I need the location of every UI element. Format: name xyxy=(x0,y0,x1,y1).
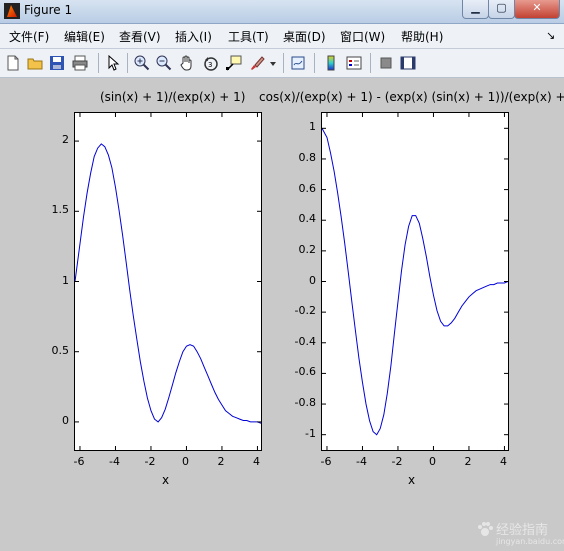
x-tick-label: -2 xyxy=(391,455,403,468)
menu-file[interactable]: 文件(F) xyxy=(9,28,49,45)
y-tick-label: 0.6 xyxy=(298,181,317,195)
y-tick-label: 1 xyxy=(309,120,316,134)
print-icon[interactable] xyxy=(71,54,89,72)
y-tick-label: -0.2 xyxy=(294,304,316,318)
x-tick-label: -6 xyxy=(73,455,85,468)
y-tick-label: -0.4 xyxy=(294,334,316,348)
toolbar-separator xyxy=(370,53,371,73)
legend-icon[interactable] xyxy=(345,54,363,72)
y-tick-label: 0.2 xyxy=(298,242,317,256)
plot-title-right: cos(x)/(exp(x) + 1) - (exp(x) (sin(x) + … xyxy=(259,90,564,104)
open-file-icon[interactable] xyxy=(26,54,44,72)
colorbar-icon[interactable] xyxy=(322,54,340,72)
x-tick-label: -6 xyxy=(320,455,332,468)
toolbar-separator xyxy=(98,53,99,73)
menu-help[interactable]: 帮助(H) xyxy=(401,28,443,45)
maximize-icon: ▢ xyxy=(496,1,507,14)
y-tick-label: 0.5 xyxy=(51,343,70,357)
x-tick-label: -4 xyxy=(355,455,367,468)
y-tick-label: -0.6 xyxy=(294,365,316,379)
data-cursor-icon[interactable] xyxy=(225,54,243,72)
y-tick-label: 1 xyxy=(62,273,69,287)
toolbar-separator xyxy=(283,53,284,73)
menu-dock-arrow-icon[interactable]: ↘ xyxy=(546,29,555,42)
x-tick-label: 0 xyxy=(181,455,189,468)
y-tick-label: -0.8 xyxy=(294,396,316,410)
menu-bar: 文件(F) 编辑(E) 查看(V) 插入(I) 工具(T) 桌面(D) 窗口(W… xyxy=(0,24,564,49)
hide-plot-tools-icon[interactable] xyxy=(377,54,395,72)
x-tick-label: 0 xyxy=(428,455,436,468)
y-tick-label: 0 xyxy=(62,413,69,427)
save-icon[interactable] xyxy=(48,54,66,72)
y-tick-label: 1.5 xyxy=(51,203,70,217)
new-figure-icon[interactable] xyxy=(4,54,22,72)
maximize-button[interactable]: ▢ xyxy=(488,0,515,19)
rotate-3d-icon[interactable]: 3 xyxy=(202,54,220,72)
x-tick-label: 2 xyxy=(217,455,225,468)
close-button[interactable]: ✕ xyxy=(514,0,560,19)
figure-toolbar: 3 xyxy=(0,49,564,78)
zoom-out-icon[interactable] xyxy=(155,54,173,72)
minimize-icon: ▁ xyxy=(471,1,480,14)
x-tick-label: -4 xyxy=(108,455,120,468)
toolbar-separator xyxy=(314,53,315,73)
window-title: Figure 1 xyxy=(24,3,73,17)
xlabel-left: x xyxy=(162,473,170,487)
menu-insert[interactable]: 插入(I) xyxy=(175,28,212,45)
axes-right[interactable] xyxy=(321,112,509,451)
x-tick-label: 4 xyxy=(499,455,507,468)
axes-left[interactable] xyxy=(74,112,262,451)
y-tick-label: 0 xyxy=(309,273,316,287)
watermark-subtext: jingyan.baidu.com xyxy=(496,537,564,546)
watermark-text: 经验指南 xyxy=(496,523,549,538)
menu-edit[interactable]: 编辑(E) xyxy=(64,28,105,45)
series-line xyxy=(74,143,262,424)
paw-icon xyxy=(478,522,493,536)
plot-area-right xyxy=(321,113,509,450)
x-tick-label: 2 xyxy=(464,455,472,468)
minimize-button[interactable]: ▁ xyxy=(462,0,489,19)
plot-title-left: (sin(x) + 1)/(exp(x) + 1) xyxy=(100,90,246,104)
show-plot-tools-icon[interactable] xyxy=(399,54,417,72)
y-tick-label: 0.4 xyxy=(298,212,317,226)
plot-area-left xyxy=(74,113,262,450)
y-tick-label: 0.8 xyxy=(298,150,317,164)
figure-canvas: (sin(x) + 1)/(exp(x) + 1) cos(x)/(exp(x)… xyxy=(0,79,564,546)
pan-icon[interactable] xyxy=(178,54,196,72)
y-tick-label: -1 xyxy=(305,426,316,440)
close-icon: ✕ xyxy=(532,1,542,14)
y-tick-label: 2 xyxy=(62,133,69,147)
watermark-logo: 经验指南 jingyan.baidu.com xyxy=(476,517,564,551)
menu-view[interactable]: 查看(V) xyxy=(119,28,161,45)
matlab-icon xyxy=(4,3,20,19)
x-tick-label: -2 xyxy=(144,455,156,468)
xlabel-right: x xyxy=(408,473,416,487)
svg-text:3: 3 xyxy=(208,61,212,69)
pointer-icon[interactable] xyxy=(104,54,122,72)
link-plot-icon[interactable] xyxy=(289,54,307,72)
window-titlebar: Figure 1 ▁ ▢ ✕ xyxy=(0,0,564,24)
menu-tools[interactable]: 工具(T) xyxy=(228,28,269,45)
series-line xyxy=(321,128,509,436)
brush-icon[interactable] xyxy=(248,54,266,72)
x-tick-label: 4 xyxy=(252,455,260,468)
menu-desktop[interactable]: 桌面(D) xyxy=(283,28,326,45)
menu-window[interactable]: 窗口(W) xyxy=(340,28,385,45)
brush-dropdown-icon[interactable] xyxy=(268,54,278,72)
toolbar-separator xyxy=(127,53,128,73)
zoom-in-icon[interactable] xyxy=(133,54,151,72)
